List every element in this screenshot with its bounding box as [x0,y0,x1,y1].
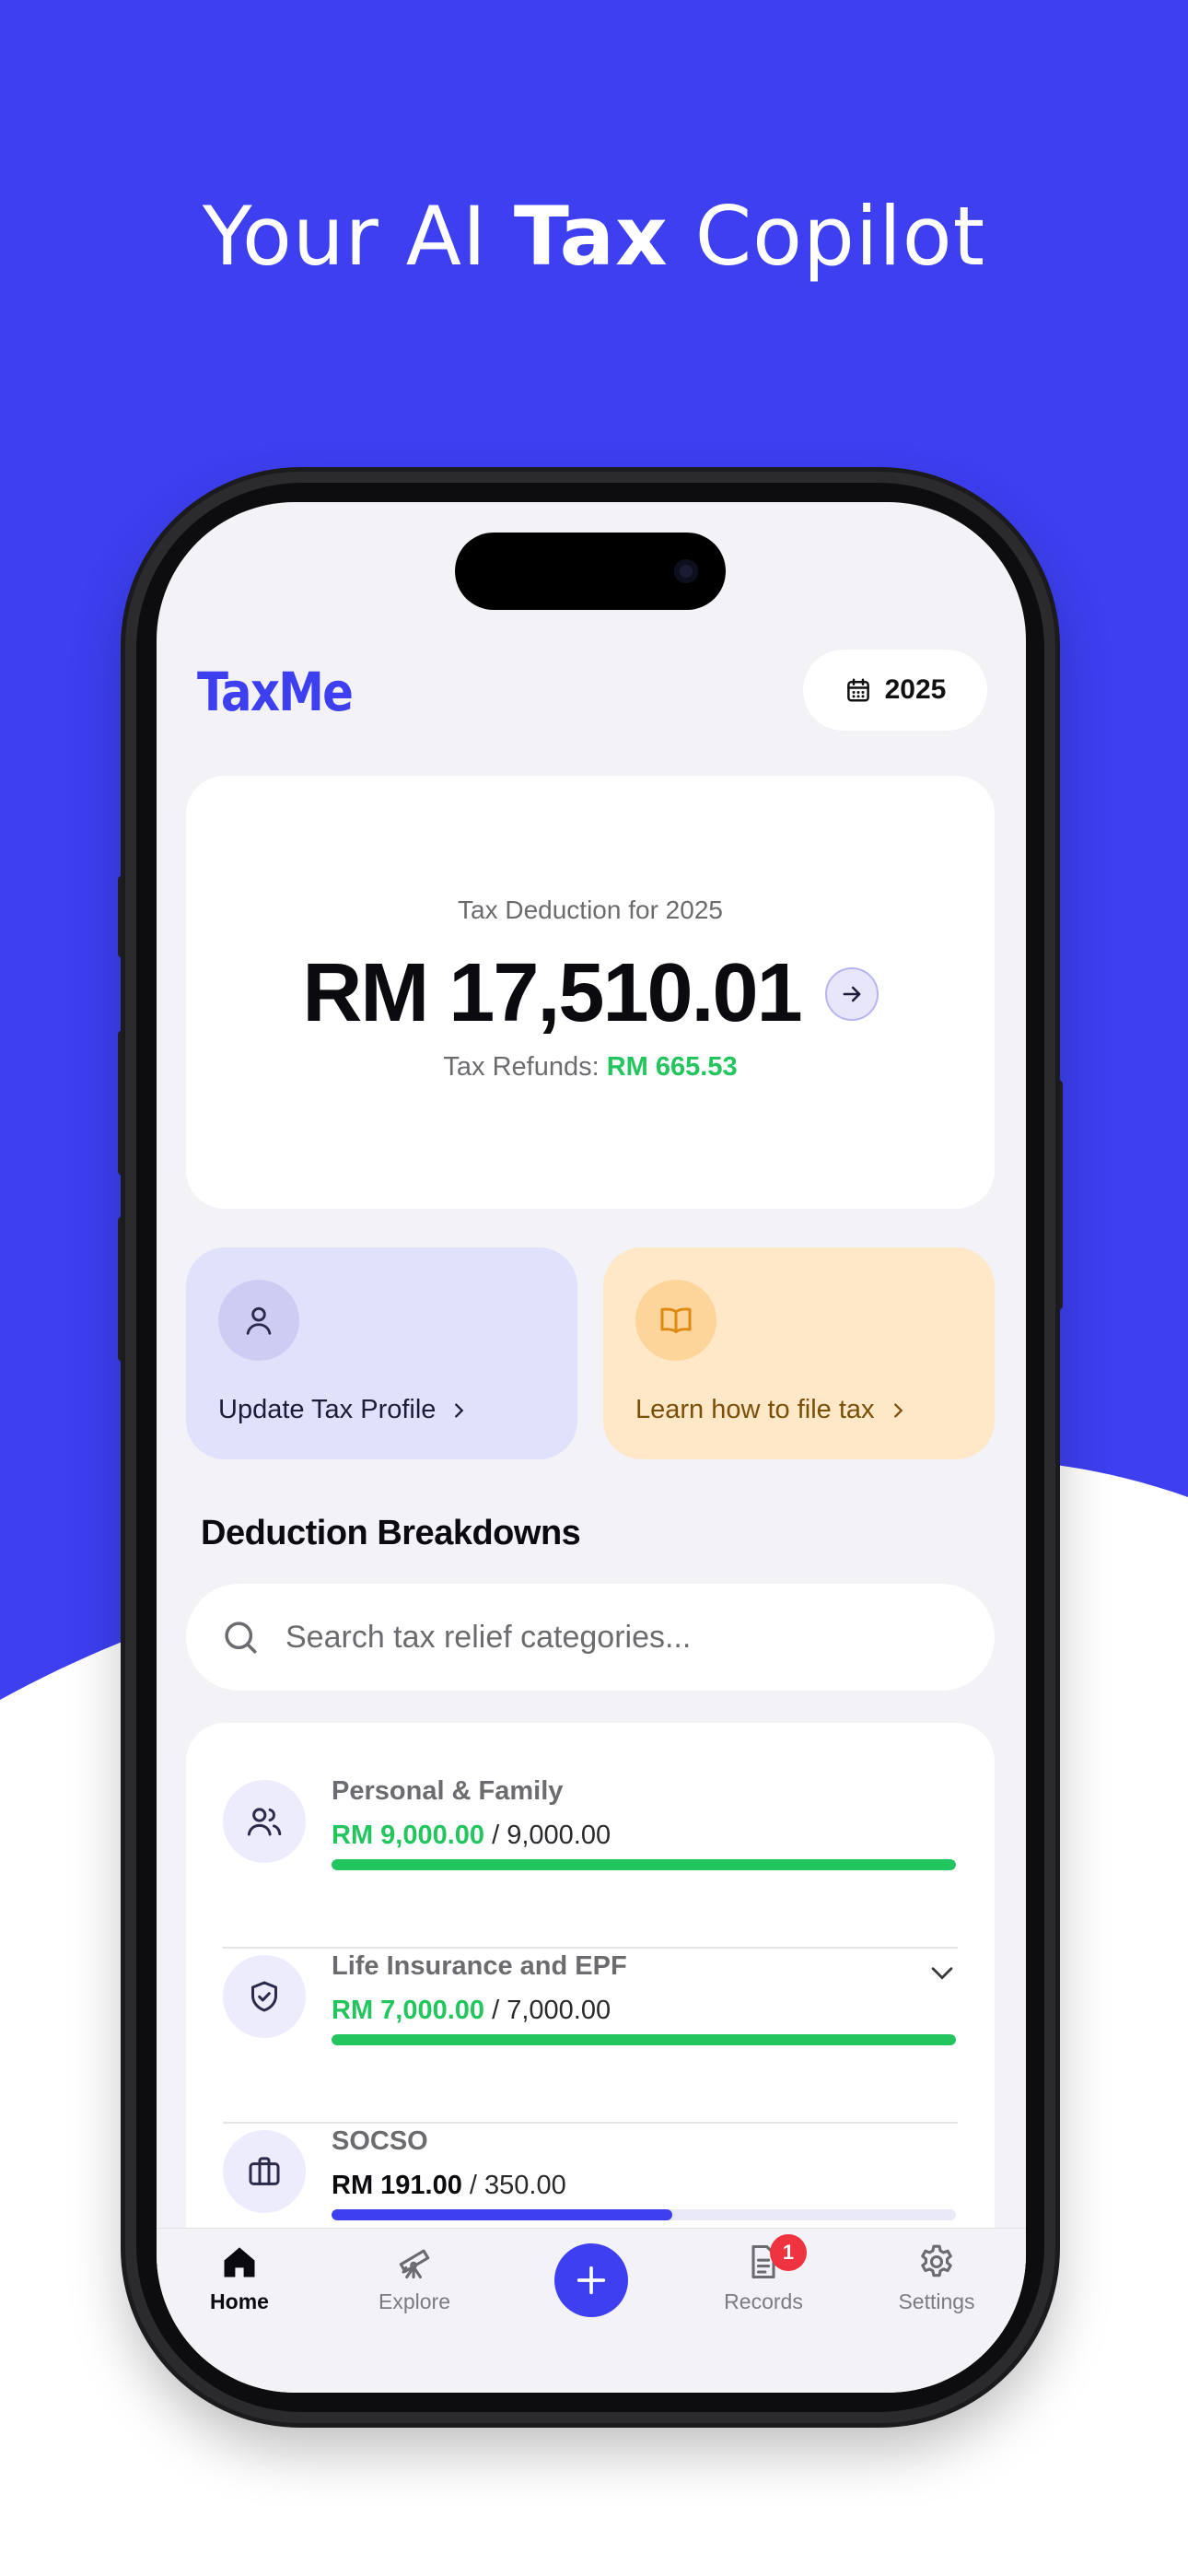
notification-badge: 1 [770,2234,807,2271]
category-name: Life Insurance and EPF [332,1951,627,1981]
refund-value: RM 665.53 [606,1052,738,1082]
year-label: 2025 [884,674,947,705]
arrow-right-icon [843,986,861,1001]
tab-label: Records [724,2289,803,2313]
progress-bar [332,2209,956,2220]
chevron-right-icon [893,1402,903,1418]
category-name: Personal & Family [332,1776,564,1806]
category-limit: / 9,000.00 [484,1821,611,1850]
tab-settings[interactable]: Settings [868,2242,1006,2324]
deduction-amount: RM 17,510.01 [302,947,802,1039]
tab-label: Home [210,2289,269,2313]
tab-label: Explore [379,2289,450,2313]
progress-fill [332,2209,673,2220]
app-logo: TaxMe [197,661,354,723]
book-open-icon [635,1280,716,1361]
category-amount: RM 7,000.00 / 7,000.00 [332,1996,611,2026]
telescope-icon [399,2249,430,2279]
learn-file-tax-label: Learn how to file tax [635,1395,875,1424]
tab-records[interactable]: 1 Records [694,2234,833,2324]
search-icon [225,1622,257,1654]
calendar-icon [846,678,869,702]
search-input[interactable] [285,1619,930,1656]
category-limit: / 350.00 [461,2171,566,2200]
add-button[interactable] [554,2243,628,2317]
category-name: SOCSO [332,2126,428,2156]
tax-summary-card: Tax Deduction for 2025 RM 17,510.01 Tax … [186,776,995,1209]
tax-refund: Tax Refunds: RM 665.53 [186,1052,995,1083]
tab-explore[interactable]: Explore [345,2242,483,2324]
list-item-personal-family[interactable]: Personal & Family RM 9,000.00 / 9,000.00 [223,1723,958,1898]
update-tax-profile-card[interactable]: Update Tax Profile [186,1247,577,1459]
home-icon [224,2247,255,2277]
category-current: RM 191.00 [332,2171,462,2200]
deduction-label: Tax Deduction for 2025 [458,896,723,924]
category-limit: / 7,000.00 [484,1996,611,2025]
headline: Your AI Tax Copilot [202,189,986,284]
view-details-button[interactable] [824,966,879,1021]
chevron-right-icon [455,1402,464,1418]
category-amount: RM 191.00 / 350.00 [332,2171,566,2201]
shield-check-icon [223,1955,306,2038]
list-item-life-insurance-epf[interactable]: Life Insurance and EPF RM 7,000.00 / 7,0… [223,1898,958,2073]
camera-icon [674,559,698,583]
briefcase-icon [223,2130,306,2213]
learn-file-tax-card[interactable]: Learn how to file tax [603,1247,995,1459]
plus-icon [577,2266,606,2295]
list-item-socso[interactable]: SOCSO RM 191.00 / 350.00 [223,2073,958,2248]
year-selector[interactable]: 2025 [803,650,987,731]
progress-bar [332,2034,956,2045]
search-bar[interactable] [186,1584,995,1691]
dynamic-island [455,533,726,610]
category-amount: RM 9,000.00 / 9,000.00 [332,1821,611,1851]
section-title: Deduction Breakdowns [201,1514,581,1552]
progress-fill [332,2034,956,2045]
users-icon [223,1780,306,1863]
progress-fill [332,1859,956,1870]
user-icon [218,1280,299,1361]
category-current: RM 9,000.00 [332,1821,485,1850]
tab-label: Settings [898,2289,975,2313]
category-current: RM 7,000.00 [332,1996,485,2025]
tab-home[interactable]: Home [170,2242,309,2324]
chevron-down-icon[interactable] [926,1957,958,1988]
refund-label: Tax Refunds: [443,1052,607,1082]
update-tax-profile-label: Update Tax Profile [218,1395,437,1424]
progress-bar [332,1859,956,1870]
tab-bar: Home Explore 1 Records Settings [157,2228,1026,2393]
gear-icon [921,2244,952,2277]
phone-screen: TaxMe 2025 Tax Deduction for 2025 RM 17,… [157,502,1026,2393]
